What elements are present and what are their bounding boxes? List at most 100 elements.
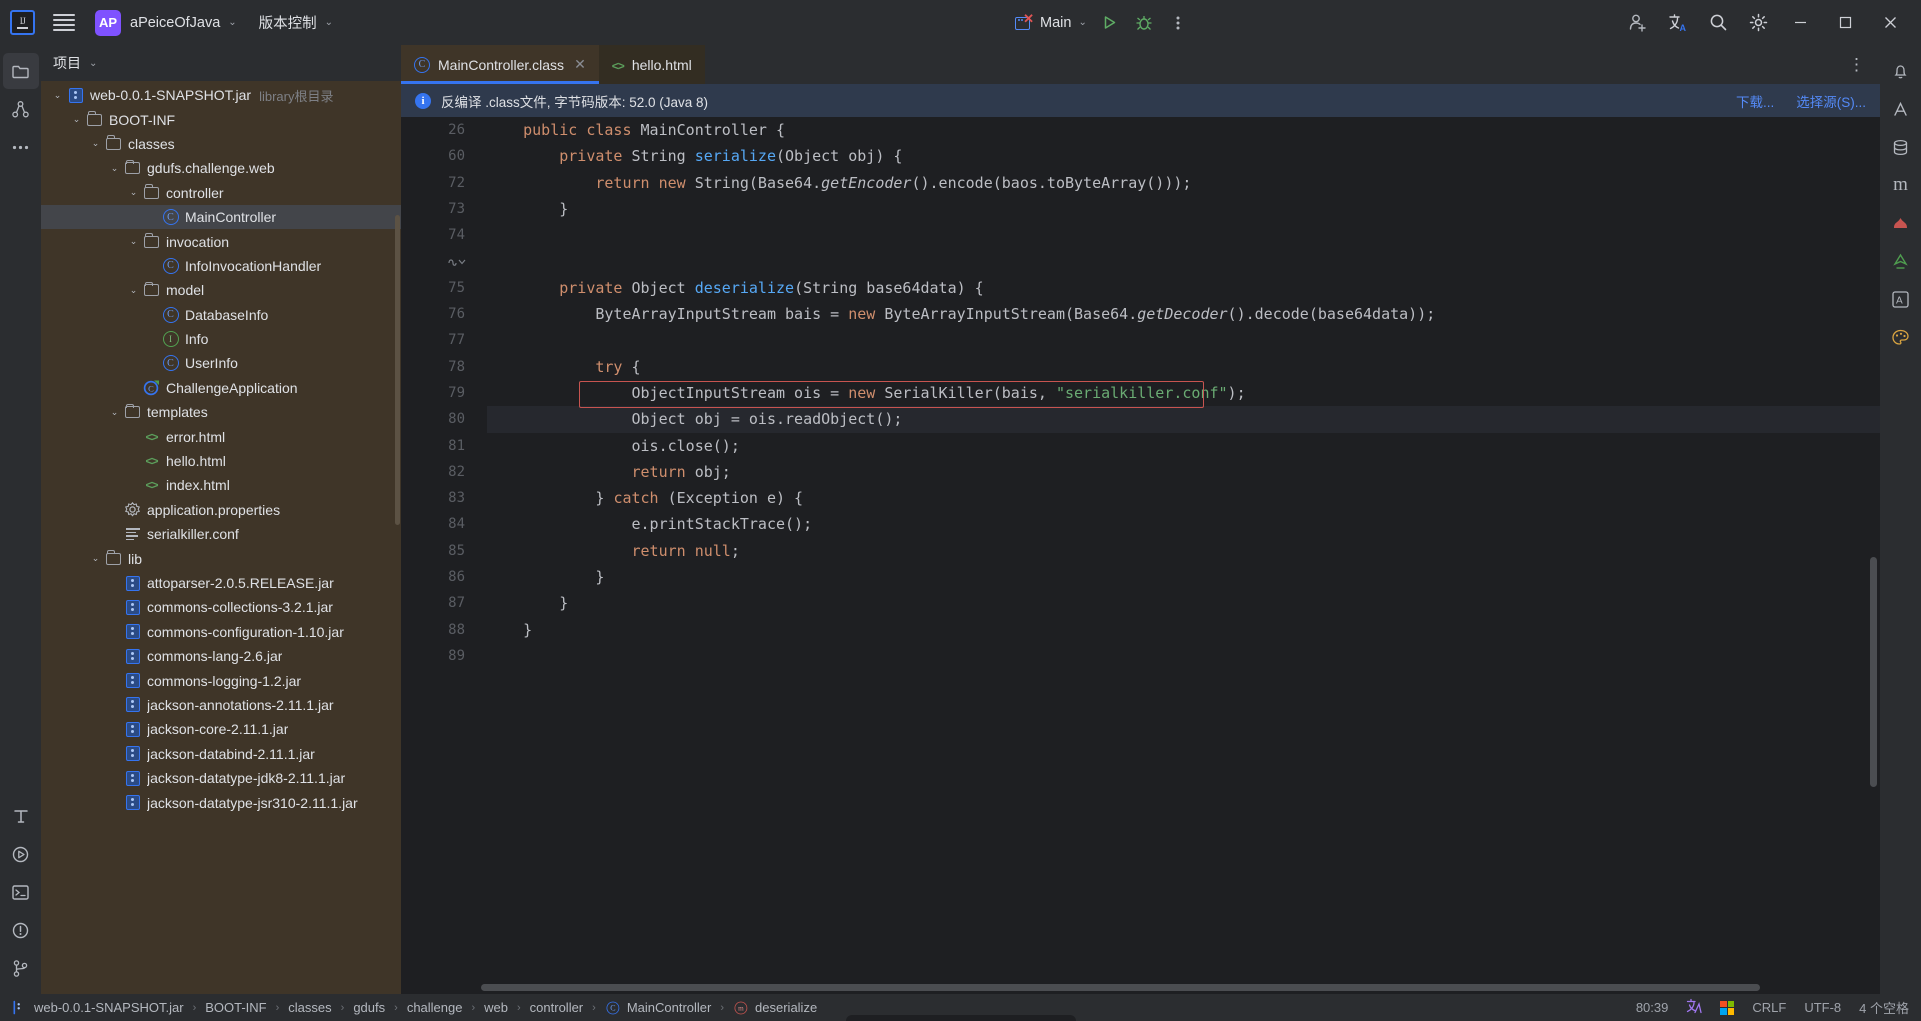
- code-line[interactable]: ByteArrayInputStream bais = new ByteArra…: [487, 301, 1880, 327]
- code-line[interactable]: Object obj = ois.readObject();: [487, 406, 1880, 433]
- breadcrumb-item[interactable]: m deserialize: [733, 1000, 817, 1016]
- tree-item[interactable]: ⌄ invocation: [41, 229, 401, 253]
- sidebar-item-translation[interactable]: A: [1883, 281, 1919, 317]
- tree-expand-chevron-icon[interactable]: ⌄: [70, 114, 83, 125]
- code-line[interactable]: [487, 248, 1880, 274]
- project-avatar[interactable]: AP: [95, 9, 121, 36]
- close-tab-icon[interactable]: ✕: [574, 56, 586, 73]
- code-line[interactable]: [487, 327, 1880, 353]
- code-line[interactable]: e.printStackTrace();: [487, 511, 1880, 537]
- minimize-button[interactable]: [1778, 0, 1823, 45]
- breadcrumb-item[interactable]: classes: [288, 1000, 331, 1015]
- maximize-button[interactable]: [1823, 0, 1868, 45]
- tree-item[interactable]: C ChallengeApplication: [41, 376, 401, 400]
- code-line[interactable]: } catch (Exception e) {: [487, 485, 1880, 511]
- tree-expand-chevron-icon[interactable]: ⌄: [127, 285, 140, 296]
- run-button[interactable]: [1093, 6, 1127, 40]
- breadcrumb-item[interactable]: BOOT-INF: [205, 1000, 266, 1015]
- code-line[interactable]: }: [487, 196, 1880, 222]
- sidebar-item-project[interactable]: [2, 53, 39, 89]
- project-panel-chevron-down-icon[interactable]: ⌄: [89, 58, 97, 69]
- breadcrumb-item[interactable]: challenge: [407, 1000, 463, 1015]
- tree-item[interactable]: <> error.html: [41, 424, 401, 448]
- code-line[interactable]: }: [487, 564, 1880, 590]
- tree-item[interactable]: ⌄ controller: [41, 181, 401, 205]
- sidebar-item-run[interactable]: [3, 836, 39, 872]
- editor-vertical-scrollbar[interactable]: [1870, 557, 1877, 787]
- debug-button[interactable]: [1127, 6, 1161, 40]
- editor-tab[interactable]: <> hello.html: [598, 45, 705, 84]
- tree-item[interactable]: ⌄ model: [41, 278, 401, 302]
- tree-item[interactable]: ⌄ BOOT-INF: [41, 107, 401, 131]
- translate-status-icon[interactable]: [1686, 998, 1703, 1017]
- code-line[interactable]: ois.close();: [487, 433, 1880, 459]
- windows-status-icon[interactable]: [1720, 1000, 1735, 1015]
- tree-expand-chevron-icon[interactable]: ⌄: [127, 236, 140, 247]
- indent-label[interactable]: 4 个空格: [1859, 998, 1909, 1017]
- breadcrumb-item[interactable]: gdufs: [353, 1000, 385, 1015]
- tree-item[interactable]: ⌄ gdufs.challenge.web: [41, 156, 401, 180]
- code-line[interactable]: return new String(Base64.getEncoder().en…: [487, 170, 1880, 196]
- tree-expand-chevron-icon[interactable]: ⌄: [108, 163, 121, 174]
- add-collaborator-button[interactable]: [1618, 6, 1658, 40]
- editor-code-content[interactable]: public class MainController { private St…: [479, 117, 1880, 994]
- project-name-label[interactable]: aPeiceOfJava: [130, 15, 220, 31]
- tree-item[interactable]: ⌄ templates: [41, 400, 401, 424]
- tree-item[interactable]: application.properties: [41, 498, 401, 522]
- tree-expand-chevron-icon[interactable]: ⌄: [89, 138, 102, 149]
- sidebar-item-bookmarks[interactable]: [1883, 243, 1919, 279]
- code-line[interactable]: return obj;: [487, 459, 1880, 485]
- tree-item[interactable]: <> index.html: [41, 473, 401, 497]
- tree-item[interactable]: ⌄ web-0.0.1-SNAPSHOT.jar library根目录: [41, 83, 401, 107]
- tree-item[interactable]: jackson-annotations-2.11.1.jar: [41, 693, 401, 717]
- editor-gutter[interactable]: 26 60 72 73 74 75 76 77 78 79 80 81 82 83 84 85 86 87 88 89: [401, 117, 479, 994]
- tree-item[interactable]: attoparser-2.0.5.RELEASE.jar: [41, 571, 401, 595]
- intellij-logo-icon[interactable]: IJ: [10, 10, 35, 35]
- tree-item[interactable]: commons-collections-3.2.1.jar: [41, 595, 401, 619]
- tree-item[interactable]: commons-lang-2.6.jar: [41, 644, 401, 668]
- search-everywhere-button[interactable]: [1698, 6, 1738, 40]
- version-control-label[interactable]: 版本控制: [259, 12, 317, 33]
- tree-item[interactable]: commons-configuration-1.10.jar: [41, 620, 401, 644]
- sidebar-item-theme[interactable]: [1883, 319, 1919, 355]
- sidebar-item-version-control[interactable]: [3, 950, 39, 986]
- sidebar-item-typography[interactable]: [3, 798, 39, 834]
- tree-item[interactable]: jackson-datatype-jsr310-2.11.1.jar: [41, 790, 401, 814]
- project-tree-scrollbar[interactable]: [395, 215, 400, 525]
- download-sources-link[interactable]: 下载...: [1736, 91, 1774, 111]
- tree-item[interactable]: C InfoInvocationHandler: [41, 254, 401, 278]
- main-menu-icon[interactable]: [53, 14, 75, 31]
- tree-item[interactable]: <> hello.html: [41, 449, 401, 473]
- sidebar-item-profiler[interactable]: [1883, 205, 1919, 241]
- editor-tab-options-button[interactable]: ⋮: [1848, 45, 1866, 84]
- tree-expand-chevron-icon[interactable]: ⌄: [108, 407, 121, 418]
- tree-item[interactable]: jackson-databind-2.11.1.jar: [41, 742, 401, 766]
- sidebar-item-ai-assistant[interactable]: [1883, 91, 1919, 127]
- code-line[interactable]: private String serialize(Object obj) {: [487, 143, 1880, 169]
- sidebar-item-problems[interactable]: [3, 912, 39, 948]
- close-window-button[interactable]: [1868, 0, 1913, 45]
- tree-expand-chevron-icon[interactable]: ⌄: [89, 553, 102, 564]
- tree-expand-chevron-icon[interactable]: ⌄: [127, 187, 140, 198]
- project-tree[interactable]: ⌄ web-0.0.1-SNAPSHOT.jar library根目录 ⌄ BOOT-I…: [41, 81, 401, 994]
- more-run-actions-button[interactable]: [1161, 6, 1195, 40]
- tree-item[interactable]: C MainController: [41, 204, 401, 230]
- sidebar-item-notifications[interactable]: [1883, 53, 1919, 89]
- editor-tab[interactable]: C MainController.class ✕: [401, 45, 599, 84]
- code-line[interactable]: public class MainController {: [487, 117, 1880, 143]
- code-line[interactable]: private Object deserialize(String base64…: [487, 275, 1880, 301]
- breadcrumb-item[interactable]: C MainController: [605, 1000, 711, 1016]
- editor-horizontal-scrollbar[interactable]: [481, 984, 1760, 991]
- code-line[interactable]: }: [487, 617, 1880, 643]
- breadcrumb-item[interactable]: web-0.0.1-SNAPSHOT.jar: [12, 1000, 184, 1015]
- tree-item[interactable]: jackson-core-2.11.1.jar: [41, 717, 401, 741]
- settings-button[interactable]: [1738, 6, 1778, 40]
- run-configuration-selector[interactable]: ✕ Main ⌄: [1015, 12, 1093, 31]
- tree-item[interactable]: serialkiller.conf: [41, 522, 401, 546]
- sidebar-item-structure[interactable]: [3, 91, 39, 127]
- tree-item[interactable]: commons-logging-1.2.jar: [41, 668, 401, 692]
- sidebar-item-maven[interactable]: m: [1883, 167, 1919, 203]
- line-separator-label[interactable]: CRLF: [1752, 1000, 1786, 1015]
- sidebar-item-database[interactable]: [1883, 129, 1919, 165]
- code-editor[interactable]: 26 60 72 73 74 75 76 77 78 79 80 81 82 83 84 85 86 87 88 89…: [401, 117, 1880, 994]
